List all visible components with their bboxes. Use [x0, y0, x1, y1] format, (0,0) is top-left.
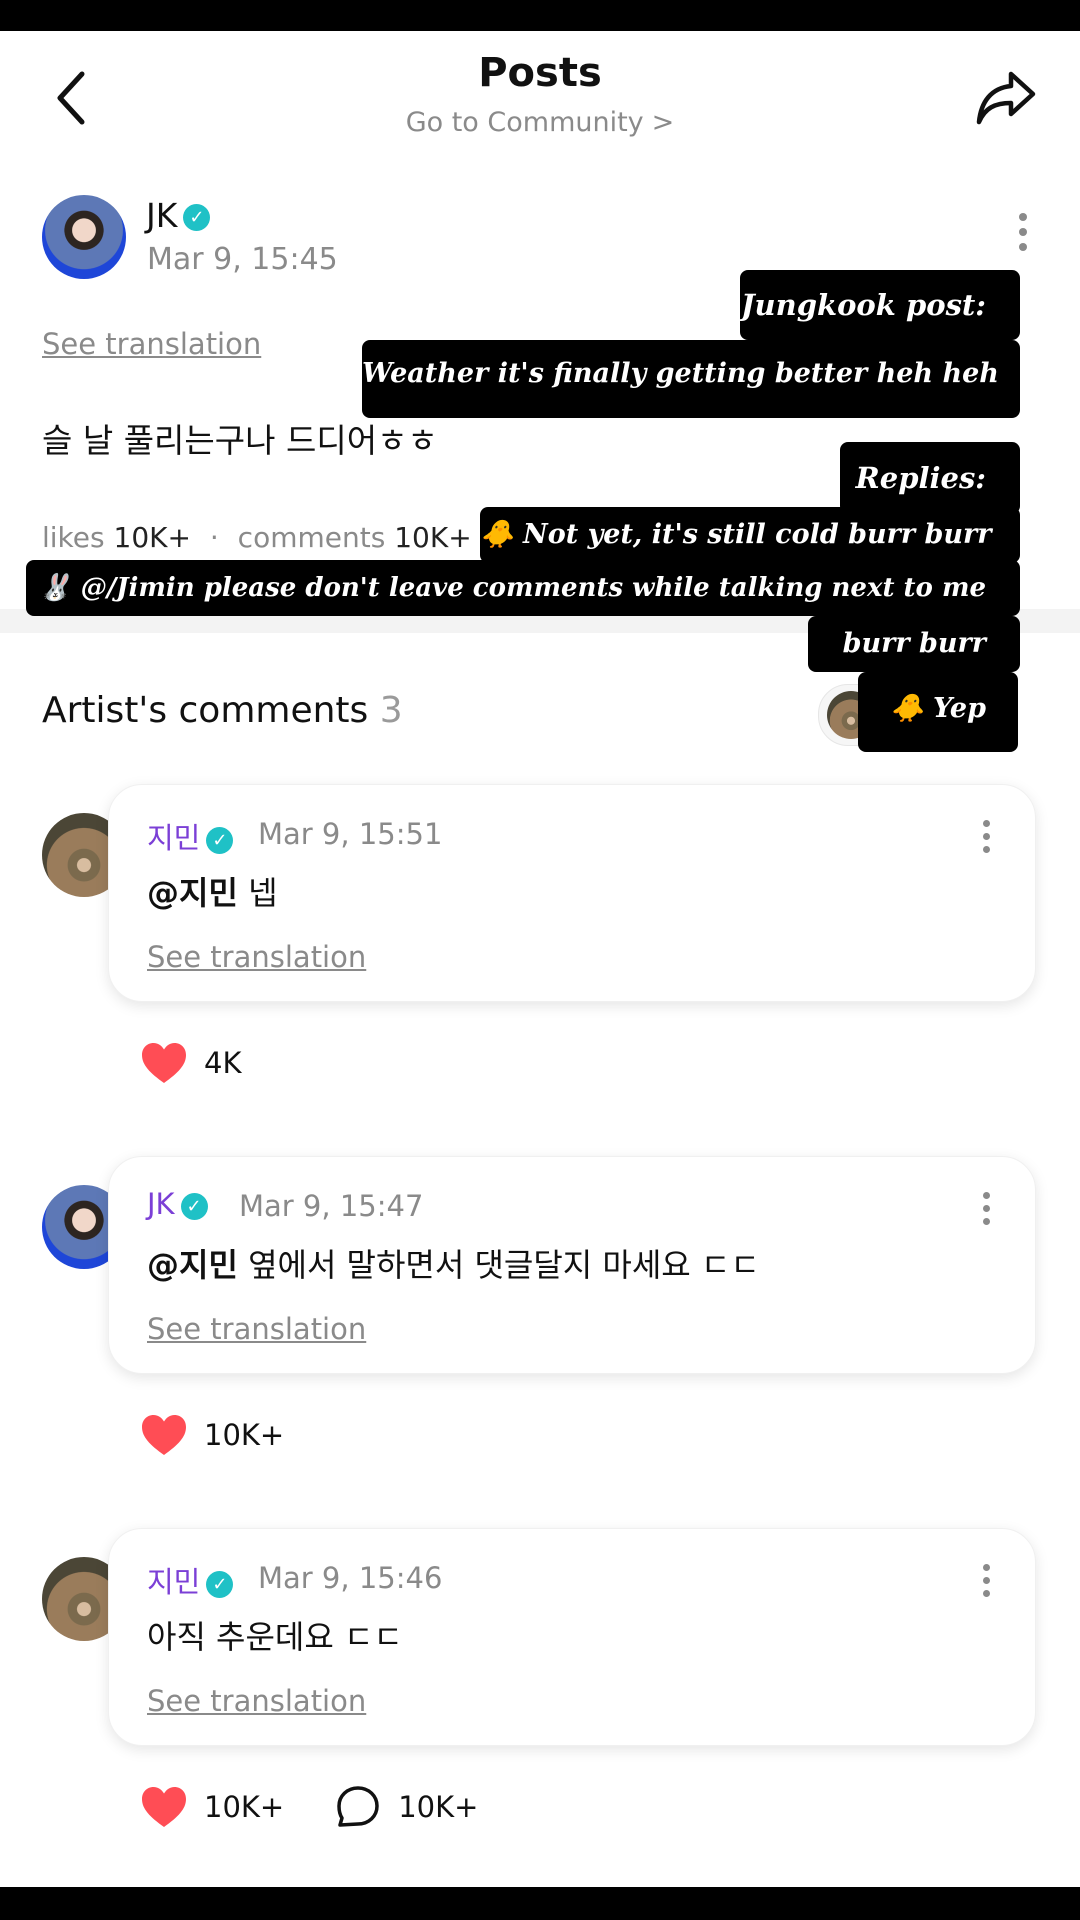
verified-badge-icon: ✓ [206, 826, 234, 854]
share-icon[interactable] [975, 68, 1037, 126]
caption-reply-2b-text: burr burr [842, 628, 986, 659]
post-timestamp: Mar 9, 15:45 [147, 242, 338, 277]
caption-reply-3: 🐥 Yep [858, 672, 1018, 752]
comment-card: 지민 ✓ Mar 9, 15:46 아직 추운데요 ㄷㄷ See translat… [108, 1528, 1036, 1746]
more-vertical-icon[interactable] [979, 820, 993, 864]
post-author-name: JK [146, 196, 178, 235]
reply-count: 10K+ [398, 1790, 479, 1824]
caption-reply-1-text: 🐥 Not yet, it's still cold burr burr [480, 519, 992, 550]
artist-comments-count: 3 [379, 690, 403, 731]
verified-badge-icon: ✓ [206, 1570, 234, 1598]
see-translation-link[interactable]: See translation [147, 940, 366, 974]
page-title: Posts [478, 50, 602, 96]
caption-reply-1: 🐥 Not yet, it's still cold burr burr [480, 507, 1020, 563]
comment-author-name: 지민 [147, 1565, 201, 1599]
caption-reply-3-text: 🐥 Yep [889, 693, 986, 724]
see-translation-link[interactable]: See translation [147, 1684, 366, 1718]
comment-timestamp: Mar 9, 15:47 [239, 1189, 424, 1223]
likes-count: 10K+ [113, 521, 191, 554]
post-body: 슬 날 풀리는구나 드디어ㅎㅎ [42, 421, 438, 460]
comment-author[interactable]: 지민 ✓ [147, 815, 234, 857]
comment-body: 아직 추운데요 ㄷㄷ [147, 1618, 403, 1656]
comment-author[interactable]: JK ✓ [147, 1187, 208, 1221]
like-count: 10K+ [204, 1790, 285, 1824]
comment-bubble-icon[interactable] [336, 1785, 380, 1829]
comment-body: 옆에서 말하면서 댓글달지 마세요 ㄷㄷ [237, 1246, 760, 1284]
caption-reply-2b: burr burr [808, 616, 1020, 672]
see-translation-link[interactable]: See translation [147, 1312, 366, 1346]
caption-post-label-text: Jungkook post: [740, 288, 986, 322]
comment-likes: 10K+ [140, 1412, 284, 1458]
status-bar-top [0, 0, 1080, 31]
comment-author-name: JK [147, 1187, 175, 1221]
artist-comments-title: Artist's comments 3 [42, 690, 403, 731]
like-count: 4K [204, 1046, 242, 1080]
caption-reply-2: 🐰 @/Jimin please don't leave comments wh… [26, 560, 1020, 616]
post-author[interactable]: JK ✓ [146, 196, 211, 235]
mention[interactable]: @지민 [147, 874, 238, 912]
comment-text: @지민 옆에서 말하면서 댓글달지 마세요 ㄷㄷ [147, 1240, 760, 1286]
chevron-right-icon: > [651, 107, 675, 138]
caption-reply-2-text: 🐰 @/Jimin please don't leave comments wh… [39, 573, 986, 603]
comment-card: JK ✓ Mar 9, 15:47 @지민 옆에서 말하면서 댓글달지 마세요 ㄷ… [108, 1156, 1036, 1374]
comment-likes: 4K [140, 1040, 241, 1086]
comment-timestamp: Mar 9, 15:46 [258, 1561, 443, 1595]
likes-label: likes [42, 521, 105, 554]
caption-post-translation-text: Weather it's finally getting better heh … [362, 358, 999, 389]
nav-bar-bottom [0, 1887, 1080, 1920]
heart-icon[interactable] [140, 1040, 188, 1086]
go-to-community-link[interactable]: Go to Community > [0, 107, 1080, 138]
artist-comments-label: Artist's comments [42, 690, 369, 731]
go-to-community-label: Go to Community [405, 107, 644, 138]
like-count: 10K+ [204, 1418, 285, 1452]
comment-card: 지민 ✓ Mar 9, 15:51 @지민 넵 See translation [108, 784, 1036, 1002]
post-stats: likes 10K+ · comments 10K+ [42, 521, 472, 554]
more-vertical-icon[interactable] [979, 1564, 993, 1608]
comments-count: 10K+ [394, 521, 472, 554]
comment-author-name: 지민 [147, 821, 201, 855]
verified-badge-icon: ✓ [183, 204, 211, 231]
comment-timestamp: Mar 9, 15:51 [258, 817, 443, 851]
comment-body: 넵 [237, 874, 278, 912]
more-vertical-icon[interactable] [1013, 213, 1033, 263]
comment-author[interactable]: 지민 ✓ [147, 1559, 234, 1601]
caption-post-label: Jungkook post: [740, 270, 1020, 340]
see-translation-link[interactable]: See translation [42, 327, 261, 361]
caption-post-translation: Weather it's finally getting better heh … [362, 340, 1020, 418]
caption-replies-label-text: Replies: [855, 461, 986, 495]
comment-likes: 10K+ 10K+ [140, 1784, 478, 1830]
stats-separator: · [209, 521, 219, 554]
comment-text: @지민 넵 [147, 868, 278, 914]
heart-icon[interactable] [140, 1412, 188, 1458]
heart-icon[interactable] [140, 1784, 188, 1830]
more-vertical-icon[interactable] [979, 1192, 993, 1236]
comment-text: 아직 추운데요 ㄷㄷ [147, 1612, 403, 1658]
mention[interactable]: @지민 [147, 1246, 238, 1284]
comments-label: comments [237, 521, 386, 554]
caption-replies-label: Replies: [840, 442, 1020, 514]
avatar[interactable] [42, 195, 126, 279]
verified-badge-icon: ✓ [180, 1192, 208, 1220]
